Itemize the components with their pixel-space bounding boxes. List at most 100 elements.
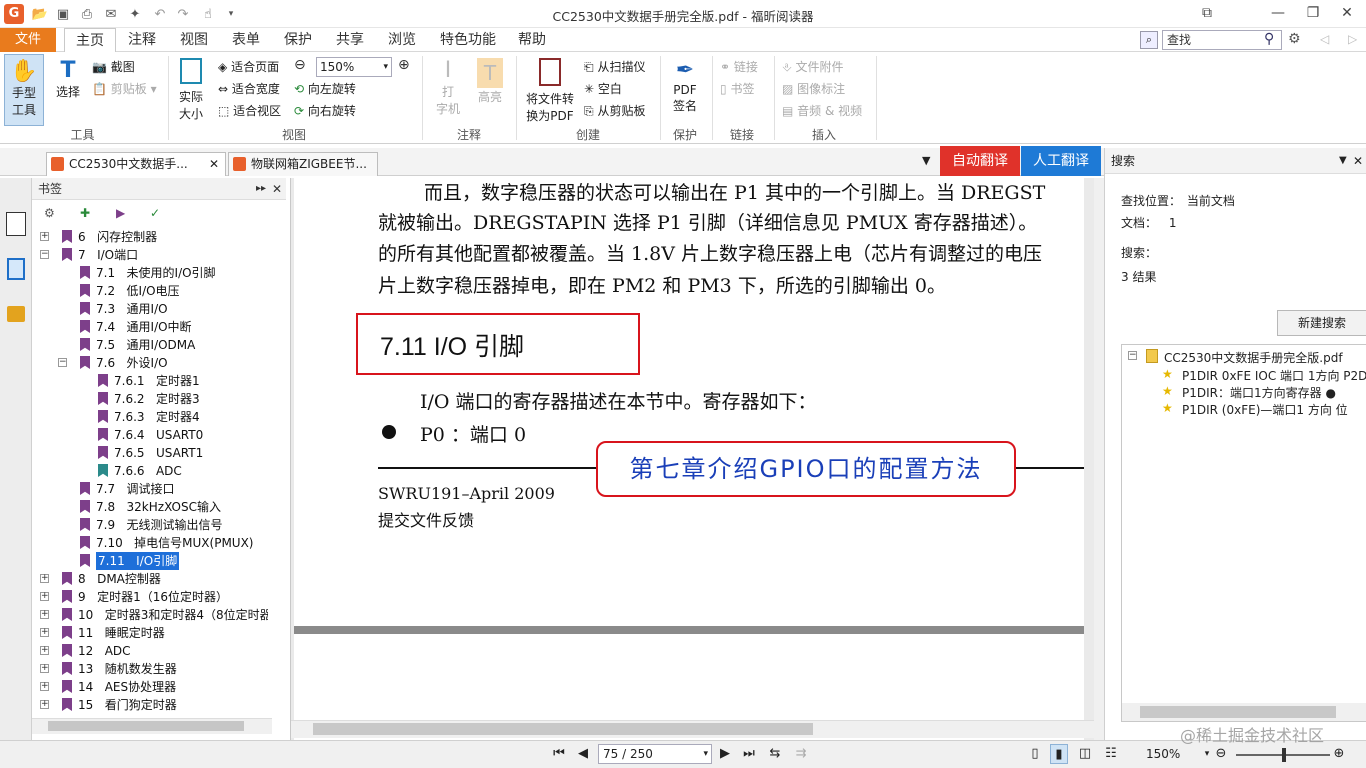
tab-share[interactable]: 共享 (328, 28, 372, 52)
settings-gear-icon[interactable]: ⚙ (1288, 31, 1301, 47)
actual-size-button[interactable]: 实际 大小 (172, 58, 210, 124)
previous-view-icon[interactable]: ⇆ (766, 744, 784, 764)
search-result-item[interactable]: P1DIR 0xFE IOC 端口 1方向 P2DI (1182, 367, 1366, 384)
screenshot-button[interactable]: 📷 截图 (92, 58, 135, 75)
tab-help[interactable]: 帮助 (510, 28, 554, 52)
hand-tool-button[interactable]: ✋ 手型 工具 (4, 54, 44, 126)
results-hscrollbar-thumb[interactable] (1140, 706, 1336, 718)
zoom-in-icon[interactable]: ⊕ (1330, 744, 1348, 764)
bookmark-item[interactable]: +13 随机数发生器 (32, 660, 268, 678)
highlight-button[interactable]: T 高亮 (472, 58, 508, 122)
convert-to-pdf-button[interactable]: 将文件转 换为PDF (522, 58, 578, 124)
result-file[interactable]: CC2530中文数据手册完全版.pdf (1164, 349, 1343, 366)
bookmark-item[interactable]: +11 睡眠定时器 (32, 624, 268, 642)
footer-feedback-link[interactable]: 提交文件反馈 (378, 507, 474, 531)
zoom-in-icon[interactable]: ⊕ (398, 57, 410, 73)
select-tool-button[interactable]: T 选择 (50, 58, 86, 122)
close-panel-icon[interactable]: ✕ (272, 178, 282, 200)
bookmark-item[interactable]: +9 定时器1（16位定时器） (32, 588, 268, 606)
expand-icon[interactable]: + (40, 628, 49, 637)
page-hscrollbar-thumb[interactable] (313, 723, 813, 735)
fit-width-button[interactable]: ⇔ 适合宽度 (218, 80, 280, 97)
auto-translate-button[interactable]: 自动翻译 (940, 146, 1020, 176)
first-page-icon[interactable]: ⏮ (550, 744, 568, 764)
tab-protect[interactable]: 保护 (276, 28, 320, 52)
typewriter-button[interactable]: I 打 字机 (430, 58, 466, 122)
continuous-facing-icon[interactable]: ☷ (1102, 744, 1120, 764)
find-tool-icon[interactable]: ⌕ (1140, 31, 1158, 49)
bookmark-add-icon[interactable]: ✚ (80, 206, 90, 220)
bookmark-item[interactable]: 7.10 掉电信号MUX(PMUX) (32, 534, 268, 552)
expand-icon[interactable]: + (40, 664, 49, 673)
zoom-slider-handle[interactable] (1282, 748, 1286, 762)
panel-splitter[interactable] (1094, 178, 1104, 740)
rotate-right-button[interactable]: ⟳ 向右旋转 (294, 102, 356, 119)
tabs-dropdown-icon[interactable]: ▼ (922, 154, 930, 167)
pdf-sign-button[interactable]: ✒ PDF 签名 (664, 58, 706, 124)
bookmarks-hscrollbar-thumb[interactable] (48, 721, 244, 731)
expand-icon[interactable]: + (40, 646, 49, 655)
rotate-left-button[interactable]: ⟲ 向左旋转 (294, 80, 356, 97)
bookmark-item[interactable]: +8 DMA控制器 (32, 570, 268, 588)
collapse-icon[interactable]: − (58, 358, 67, 367)
doc-tab[interactable]: 物联网箱ZIGBEE节... (228, 152, 378, 176)
expand-icon[interactable]: + (40, 700, 49, 709)
tab-features[interactable]: 特色功能 (432, 28, 504, 52)
bookmark-item[interactable]: 7.6.5 USART1 (32, 444, 268, 462)
bookmark-item[interactable]: +10 定时器3和定时器4（8位定时器） (32, 606, 268, 624)
bookmark-item[interactable]: 7.7 调试接口 (32, 480, 268, 498)
comments-panel-icon[interactable] (7, 306, 25, 322)
tab-browse[interactable]: 浏览 (380, 28, 424, 52)
close-icon[interactable]: ✕ (1353, 148, 1363, 174)
collapse-icon[interactable]: − (40, 250, 49, 259)
bookmark-item[interactable]: +6 闪存控制器 (32, 228, 268, 246)
close-tab-icon[interactable]: ✕ (209, 153, 219, 175)
bookmark-expand-icon[interactable]: ▶ (116, 206, 125, 220)
bookmark-item[interactable]: 7.2 低I/O电压 (32, 282, 268, 300)
continuous-page-icon[interactable]: ▮ (1050, 744, 1068, 764)
nav-forward-icon[interactable]: ▷ (1348, 32, 1357, 46)
tab-file[interactable]: 文件 (0, 28, 56, 52)
expand-icon[interactable]: + (40, 574, 49, 583)
human-translate-button[interactable]: 人工翻译 (1021, 146, 1101, 176)
bookmark-item[interactable]: +14 AES协处理器 (32, 678, 268, 696)
expand-icon[interactable]: + (40, 232, 49, 241)
bookmark-item[interactable]: 7.9 无线测试输出信号 (32, 516, 268, 534)
bookmark-item[interactable]: 7.6.6 ADC (32, 462, 268, 480)
zoom-out-icon[interactable]: ⊖ (294, 57, 306, 73)
bookmark-item[interactable]: 7.3 通用I/O (32, 300, 268, 318)
expand-icon[interactable]: + (40, 592, 49, 601)
expand-icon[interactable]: + (40, 682, 49, 691)
panel-menu-icon[interactable]: ▼ (1339, 148, 1347, 174)
audio-video-button[interactable]: ▤ 音频 & 视频 (782, 102, 862, 119)
fit-page-button[interactable]: ◈ 适合页面 (218, 58, 279, 75)
clipboard-button[interactable]: 📋 剪贴板 ▾ (92, 80, 157, 97)
tab-home[interactable]: 主页 (64, 28, 116, 53)
tab-comment[interactable]: 注释 (120, 28, 164, 52)
bookmark-item-selected[interactable]: 7.11 I/O引脚 (32, 552, 268, 570)
nav-back-icon[interactable]: ◁ (1320, 32, 1329, 46)
maximize-icon[interactable]: ❐ (1296, 2, 1330, 24)
page-number-input[interactable]: 75 / 250 ▾ (598, 744, 712, 764)
bookmark-options-icon[interactable]: ⚙ (44, 206, 55, 220)
search-result-item[interactable]: P1DIR：端口1方向寄存器 ● (1182, 384, 1336, 401)
restore-icon[interactable]: ⧉ (1190, 2, 1224, 24)
zoom-out-icon[interactable]: ⊖ (1212, 744, 1230, 764)
bookmark-item[interactable]: 7.4 通用I/O中断 (32, 318, 268, 336)
next-page-icon[interactable]: ▶ (716, 744, 734, 764)
collapse-panel-icon[interactable]: ▸▸ (256, 178, 266, 200)
blank-button[interactable]: ✳ 空白 (584, 80, 622, 97)
tab-view[interactable]: 视图 (172, 28, 216, 52)
new-search-button[interactable]: 新建搜索 (1277, 310, 1366, 336)
bookmark-item[interactable]: 7.6.3 定时器4 (32, 408, 268, 426)
last-page-icon[interactable]: ⏭ (740, 744, 758, 764)
bookmark-add-button[interactable]: ▯ 书签 (720, 80, 754, 97)
search-icon[interactable]: ⚲ (1264, 31, 1274, 47)
link-button[interactable]: ⚭ 链接 (720, 58, 758, 75)
prev-page-icon[interactable]: ◀ (574, 744, 592, 764)
next-view-icon[interactable]: ⇉ (792, 744, 810, 764)
single-page-icon[interactable]: ▯ (1026, 744, 1044, 764)
bookmark-item[interactable]: 7.5 通用I/ODMA (32, 336, 268, 354)
image-annotation-button[interactable]: ▨ 图像标注 (782, 80, 845, 97)
bookmark-item[interactable]: − 7 I/O端口 (32, 246, 268, 264)
